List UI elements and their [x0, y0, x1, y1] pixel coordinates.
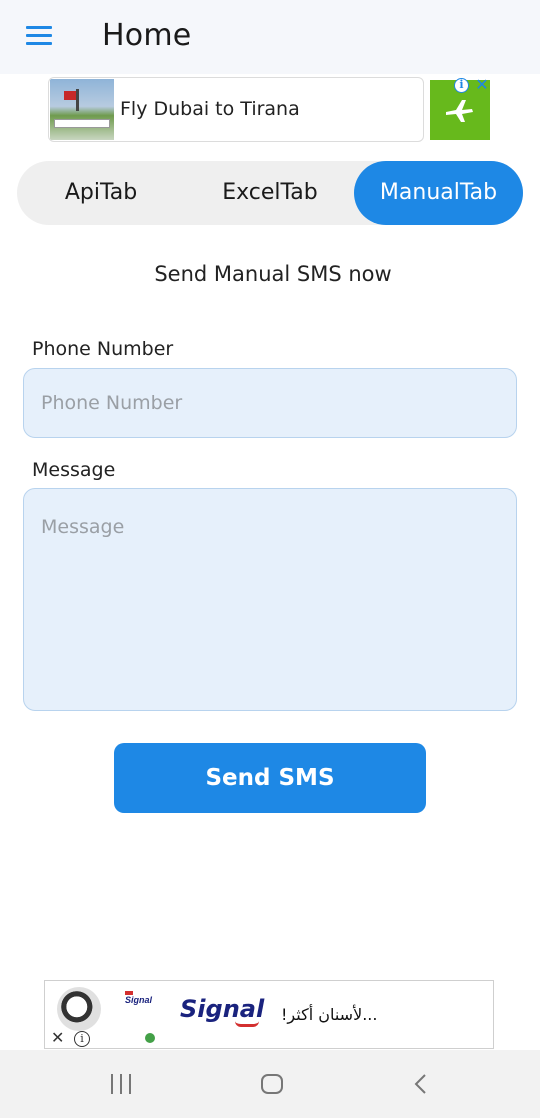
billboard-shape — [54, 119, 110, 128]
menu-line — [26, 42, 52, 45]
recents-icon[interactable] — [110, 1074, 134, 1094]
ad-pack-label: Signal — [125, 991, 157, 1017]
tab-excel[interactable]: ExcelTab — [185, 161, 355, 225]
hamburger-menu-icon[interactable] — [26, 26, 52, 46]
ad-brand-logo: Signal — [180, 995, 265, 1023]
flag-shape — [64, 91, 76, 100]
ad-text: ...لأسنان أكثر! — [281, 1005, 378, 1024]
back-icon[interactable] — [412, 1074, 432, 1094]
ad-product-image — [57, 987, 101, 1031]
menu-line — [26, 26, 52, 29]
tab-bar: ApiTab ExcelTab ManualTab — [17, 161, 523, 225]
message-label: Message — [32, 459, 116, 481]
send-sms-button[interactable]: Send SMS — [114, 743, 426, 813]
home-icon[interactable] — [261, 1074, 283, 1094]
phone-number-input[interactable] — [23, 368, 517, 438]
ad-thumbnail-image — [50, 79, 114, 140]
recents-bar — [120, 1074, 122, 1094]
tab-api[interactable]: ApiTab — [17, 161, 185, 225]
pack-red-mark — [125, 991, 133, 995]
system-nav-bar — [0, 1050, 540, 1118]
menu-line — [26, 34, 52, 37]
bottom-ad-banner[interactable]: Signal Signal ...لأسنان أكثر! ✕ i — [44, 980, 494, 1049]
tab-manual[interactable]: ManualTab — [354, 161, 523, 225]
close-icon[interactable]: ✕ — [51, 1031, 64, 1047]
app-bar: Home — [0, 0, 540, 74]
section-heading: Send Manual SMS now — [154, 262, 392, 286]
ad-green-dot — [145, 1033, 155, 1043]
recents-bar — [111, 1074, 113, 1094]
info-icon[interactable]: i — [74, 1031, 90, 1047]
phone-number-label: Phone Number — [32, 338, 174, 360]
ad-info-icon[interactable]: i — [454, 78, 469, 93]
flag-pole — [76, 89, 79, 111]
pack-brand-text: Signal — [125, 995, 153, 1005]
airplane-icon — [446, 100, 473, 122]
message-input[interactable] — [23, 488, 517, 711]
recents-bar — [129, 1074, 131, 1094]
page-title: Home — [102, 18, 192, 53]
ad-headline: Fly Dubai to Tirana — [120, 98, 300, 120]
ad-close-icon[interactable]: ✕ — [474, 77, 490, 93]
top-ad-banner[interactable]: Fly Dubai to Tirana — [48, 77, 424, 142]
logo-swoosh — [235, 1021, 259, 1027]
